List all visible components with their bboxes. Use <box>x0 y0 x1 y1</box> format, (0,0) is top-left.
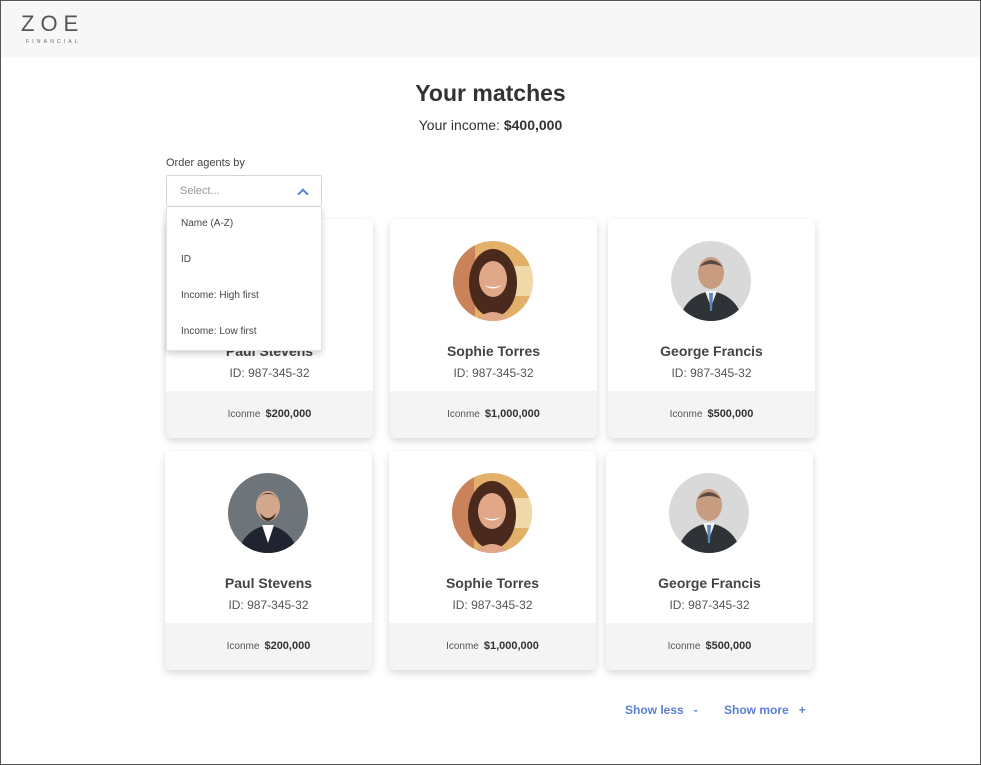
logo-text: ZOE <box>21 11 85 36</box>
option-income-high[interactable]: Income: High first <box>167 279 321 315</box>
option-income-low[interactable]: Income: Low first <box>167 315 321 351</box>
show-less-label: Show less <box>625 703 684 717</box>
agent-avatar <box>671 241 751 321</box>
agent-id: ID: 987-345-32 <box>229 366 310 380</box>
agent-income-label: Iconme <box>447 409 480 420</box>
agent-card[interactable]: Sophie Torres ID: 987-345-32 Iconme $1,00… <box>390 219 597 438</box>
agent-income-label: Iconme <box>227 409 261 420</box>
agent-card[interactable]: Paul Stevens ID: 987-345-32 Iconme $200,0… <box>165 451 372 670</box>
agent-name: Paul Stevens <box>224 575 313 591</box>
income-value: $400,000 <box>503 117 563 133</box>
agent-income: Iconme $1,000,000 <box>389 623 596 670</box>
agent-avatar <box>669 473 749 553</box>
agent-income-label: Iconme <box>669 409 703 420</box>
plus-icon: + <box>798 703 806 717</box>
order-select-placeholder: Select... <box>180 185 220 197</box>
agent-income-value: $500,000 <box>707 408 754 420</box>
agent-id: ID: 987-345-32 <box>452 598 533 612</box>
agent-income-value: $200,000 <box>264 640 311 652</box>
show-less-button[interactable]: Show less - <box>625 703 698 717</box>
order-dropdown-menu: Name (A-Z) ID Income: High first Income:… <box>166 207 322 351</box>
zoe-financial-logo[interactable]: ZOE FINANCIAL <box>21 11 93 46</box>
agent-card[interactable]: Sophie Torres ID: 987-345-32 Iconme $1,00… <box>389 451 596 670</box>
agent-income: Iconme $200,000 <box>165 623 372 670</box>
agent-name: George Francis <box>660 343 763 359</box>
top-header: ZOE FINANCIAL <box>1 1 980 57</box>
agent-avatar <box>453 241 533 321</box>
agent-name: Sophie Torres <box>445 575 540 591</box>
agent-income: Iconme $1,000,000 <box>390 391 597 438</box>
agent-income-value: $500,000 <box>705 640 752 652</box>
your-income: Your income: $400,000 <box>0 117 981 133</box>
order-select[interactable]: Select... <box>166 175 322 207</box>
page-title: Your matches <box>415 80 566 106</box>
chevron-up-icon <box>297 188 309 200</box>
agent-income: Iconme $500,000 <box>606 623 813 670</box>
agent-income-label: Iconme <box>446 641 479 652</box>
agent-income-label: Iconme <box>667 641 701 652</box>
logo-tagline: FINANCIAL <box>26 39 81 45</box>
show-more-label: Show more <box>724 703 789 717</box>
income-label: Your income: <box>418 117 500 133</box>
order-agents-label: Order agents by <box>166 157 245 169</box>
agent-income-value: $1,000,000 <box>484 408 540 420</box>
option-id[interactable]: ID <box>167 243 321 279</box>
agent-id: ID: 987-345-32 <box>671 366 752 380</box>
agent-name: Sophie Torres <box>446 343 541 359</box>
agent-id: ID: 987-345-32 <box>228 598 309 612</box>
minus-icon: - <box>693 703 698 717</box>
show-more-button[interactable]: Show more + <box>724 703 806 717</box>
agent-card[interactable]: George Francis ID: 987-345-32 Iconme $500… <box>608 219 815 438</box>
agent-id: ID: 987-345-32 <box>669 598 750 612</box>
agent-income: Iconme $200,000 <box>166 391 373 438</box>
agent-id: ID: 987-345-32 <box>453 366 534 380</box>
agent-income-label: Iconme <box>226 641 260 652</box>
agent-name: George Francis <box>658 575 761 591</box>
agent-card[interactable]: George Francis ID: 987-345-32 Iconme $500… <box>606 451 813 670</box>
agent-avatar <box>228 473 308 553</box>
agent-income-value: $200,000 <box>265 408 312 420</box>
agent-income: Iconme $500,000 <box>608 391 815 438</box>
agent-avatar <box>452 473 532 553</box>
option-name-az[interactable]: Name (A-Z) <box>167 207 321 243</box>
agent-income-value: $1,000,000 <box>483 640 539 652</box>
